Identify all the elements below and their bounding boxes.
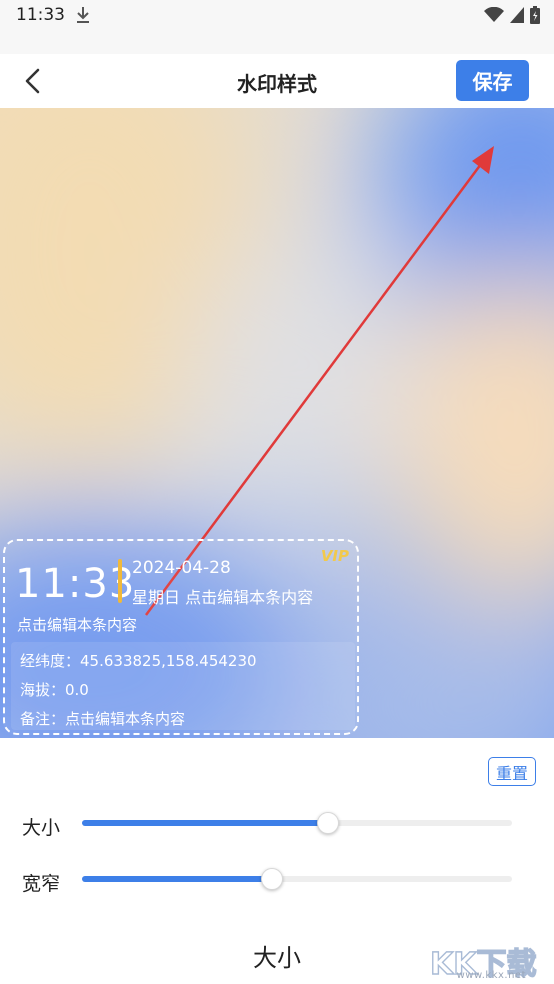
watermark-note[interactable]: 备注：点击编辑本条内容 — [20, 708, 185, 729]
status-icons — [484, 6, 540, 24]
width-slider[interactable] — [82, 868, 512, 890]
size-slider-thumb[interactable] — [317, 812, 340, 834]
watermark-card[interactable]: 11:33 2024-04-28 星期日 点击编辑本条内容 VIP 点击编辑本条… — [3, 539, 359, 735]
preview-canvas: 11:33 2024-04-28 星期日 点击编辑本条内容 VIP 点击编辑本条… — [0, 108, 554, 738]
reset-button[interactable]: 重置 — [488, 757, 536, 786]
width-slider-label: 宽窄 — [22, 873, 61, 895]
width-slider-fill — [82, 876, 272, 882]
watermark-date: 2024-04-28 — [132, 558, 231, 578]
status-gap — [0, 32, 554, 54]
save-button[interactable]: 保存 — [456, 60, 529, 101]
size-slider[interactable] — [82, 812, 512, 834]
size-slider-label: 大小 — [22, 817, 61, 839]
status-bar: 11:33 — [0, 0, 554, 32]
controls-panel: 重置 大小 宽窄 大小 KK下载 www.kkx.net — [0, 738, 554, 984]
watermark-altitude: 海拔：0.0 — [20, 681, 89, 699]
site-url: www.kkx.net — [456, 970, 526, 981]
download-icon — [77, 7, 89, 23]
watermark-subtitle[interactable]: 点击编辑本条内容 — [17, 614, 137, 635]
vip-badge: VIP — [320, 547, 349, 565]
nav-bar: 水印样式 保存 — [0, 54, 554, 108]
size-slider-fill — [82, 820, 328, 826]
status-time: 11:33 — [16, 5, 65, 25]
battery-icon — [530, 6, 540, 24]
width-slider-thumb[interactable] — [261, 868, 284, 890]
watermark-details: 经纬度：45.633825,158.454230 海拔：0.0 备注：点击编辑本… — [11, 642, 355, 730]
watermark-divider — [118, 559, 122, 603]
wifi-icon — [484, 7, 504, 22]
watermark-weekday[interactable]: 星期日 点击编辑本条内容 — [132, 584, 313, 608]
watermark-coordinates: 经纬度：45.633825,158.454230 — [20, 652, 257, 670]
signal-icon — [510, 7, 524, 23]
